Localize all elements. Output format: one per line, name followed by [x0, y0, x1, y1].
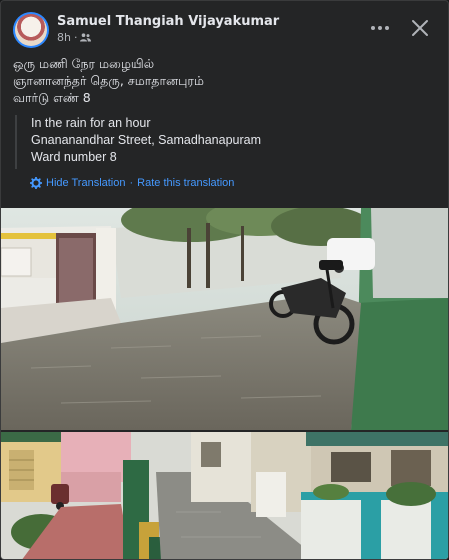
post-meta: 8h ·	[57, 31, 92, 44]
post-card: Samuel Thangiah Vijayakumar 8h · ஒரு மணி…	[0, 0, 449, 560]
author-name[interactable]: Samuel Thangiah Vijayakumar	[57, 14, 279, 29]
post-photo-flooded-lane[interactable]	[1, 432, 448, 559]
translation-line: In the rain for an hour	[31, 116, 151, 130]
original-line: வார்டு எண் 8	[13, 90, 91, 105]
friends-icon[interactable]	[80, 33, 92, 42]
post-time[interactable]: 8h	[57, 31, 71, 44]
original-line: ஒரு மணி நேர மழையில்	[13, 56, 155, 71]
translated-text: In the rain for an hour Gnananandhar Str…	[15, 115, 436, 169]
post-header: Samuel Thangiah Vijayakumar 8h ·	[13, 12, 436, 48]
more-options-icon[interactable]	[368, 18, 392, 38]
translation-line: Ward number 8	[31, 150, 117, 164]
gear-icon	[30, 177, 42, 189]
close-icon[interactable]	[408, 16, 432, 40]
rate-translation-link[interactable]: Rate this translation	[137, 177, 234, 189]
action-separator: ·	[129, 177, 134, 189]
post-photo-flooded-street[interactable]	[1, 208, 448, 430]
translation-line: Gnananandhar Street, Samadhanapuram	[31, 133, 262, 147]
meta-separator: ·	[73, 31, 78, 44]
original-line: ஞானானந்தர் தெரு, சமாதானபுரம்	[13, 73, 204, 88]
hide-translation-link[interactable]: Hide Translation	[46, 177, 126, 189]
author-avatar[interactable]	[13, 12, 49, 48]
original-text: ஒரு மணி நேர மழையில் ஞானானந்தர் தெரு, சமா…	[13, 55, 436, 106]
translation-actions: Hide Translation · Rate this translation	[30, 177, 234, 189]
